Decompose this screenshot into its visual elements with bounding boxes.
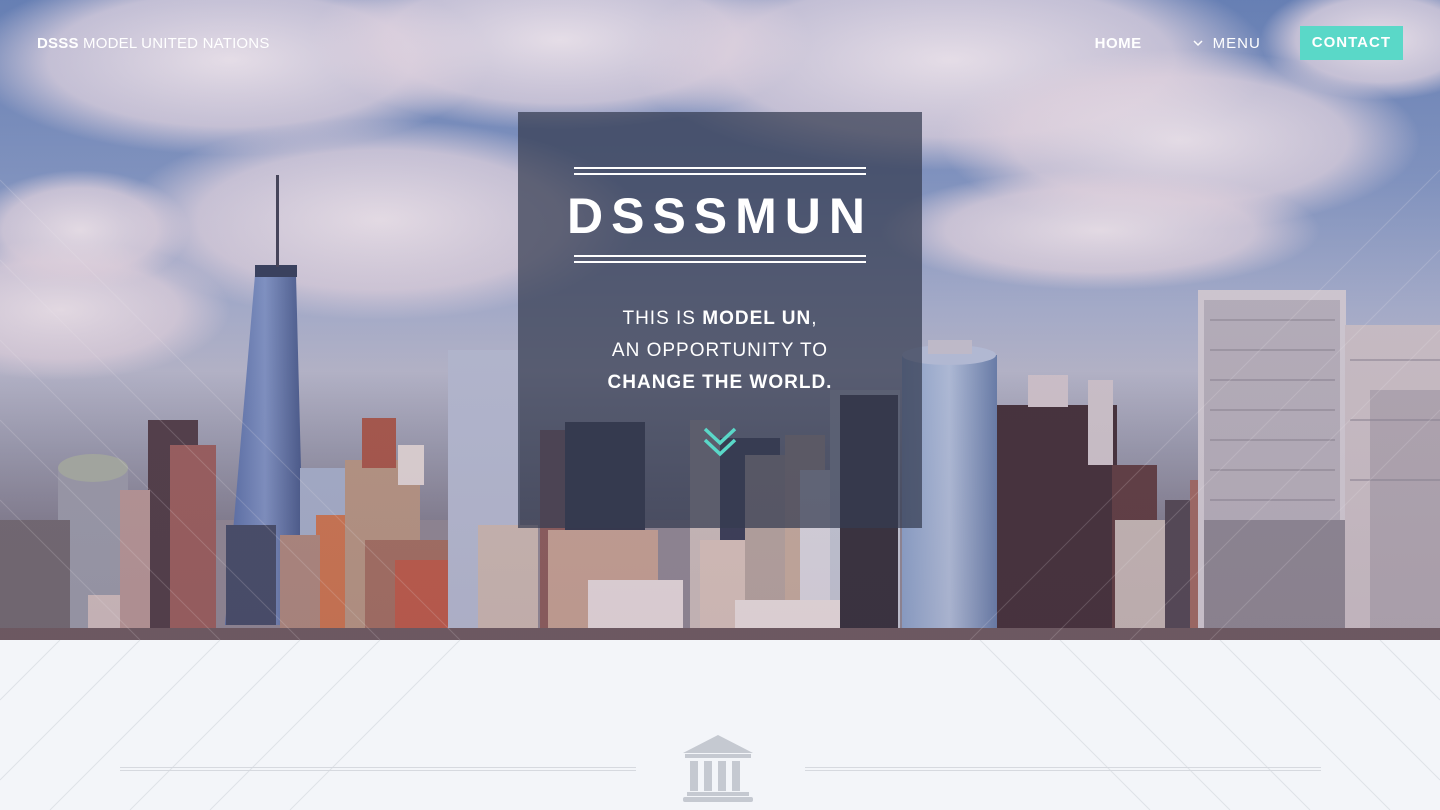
site-logo-text: MODEL UNITED NATIONS (78, 35, 270, 52)
nav-menu-toggle[interactable]: MENU (1192, 35, 1261, 52)
section-divider-right (805, 767, 1321, 771)
contact-button[interactable]: CONTACT (1299, 26, 1403, 60)
tagline-bold-3: CHANGE THE WORLD. (607, 372, 833, 393)
main-nav: HOME MENU CONTACT (1095, 26, 1403, 60)
tagline-line-3: CHANGE THE WORLD. (518, 367, 922, 399)
intro-box: DSSSMUN THIS IS MODEL UN, AN OPPORTUNITY… (518, 112, 922, 528)
page: DSSS MODEL UNITED NATIONS HOME MENU CONT… (0, 0, 1440, 810)
institution-building-icon (683, 735, 753, 802)
tagline-prefix: THIS IS (622, 308, 703, 329)
nav-home-link[interactable]: HOME (1095, 35, 1142, 52)
site-logo[interactable]: DSSS MODEL UNITED NATIONS (37, 35, 270, 52)
site-logo-bold: DSSS (37, 35, 79, 52)
title-rule-bottom (574, 255, 866, 263)
title-rule-top (574, 167, 866, 175)
tagline-line-1: THIS IS MODEL UN, (518, 303, 922, 335)
chevron-down-icon (1193, 40, 1203, 47)
section-divider-left (120, 767, 636, 771)
hero-title: DSSSMUN (566, 188, 874, 244)
nav-menu-label: MENU (1212, 34, 1261, 52)
tagline-line-2: AN OPPORTUNITY TO (611, 340, 829, 361)
hero-section: DSSS MODEL UNITED NATIONS HOME MENU CONT… (0, 0, 1440, 640)
hero-tagline: THIS IS MODEL UN, AN OPPORTUNITY TO CHAN… (518, 303, 922, 399)
tagline-suffix: , (811, 308, 818, 329)
about-section (0, 640, 1440, 810)
tagline-bold-1: MODEL UN (702, 308, 812, 329)
double-chevron-down-icon[interactable] (702, 425, 738, 461)
